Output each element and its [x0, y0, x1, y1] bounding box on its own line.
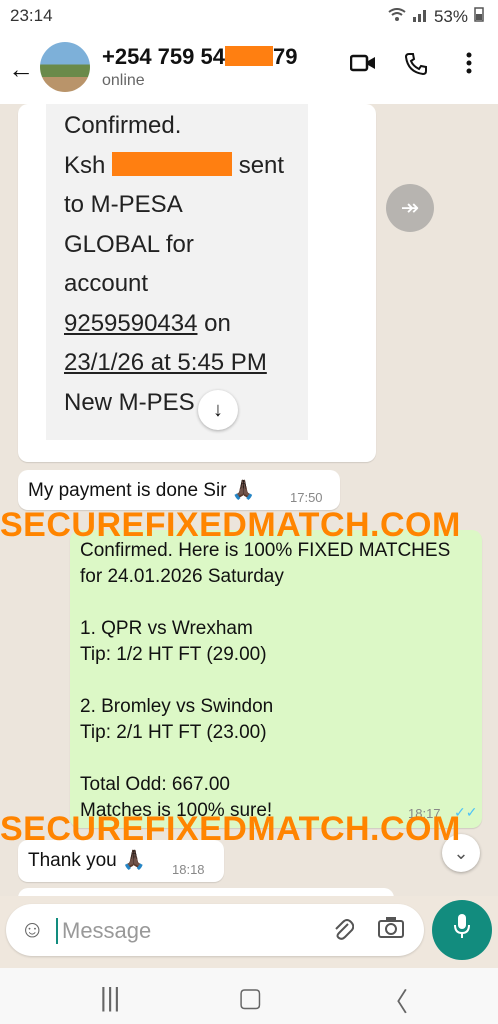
- message-line: [80, 590, 450, 616]
- battery-level: 53%: [433, 6, 468, 26]
- message-time: 18:18: [172, 862, 205, 877]
- sms-word: sent: [238, 151, 285, 179]
- message-line: Total Odd: 667.00: [80, 774, 230, 795]
- phone-icon[interactable]: [404, 52, 428, 83]
- status-icons: 53%: [388, 6, 484, 27]
- forward-icon[interactable]: ↠: [386, 184, 434, 232]
- message-text: Confirmed. Here is 100% FIXED MATCHES fo…: [80, 538, 450, 824]
- camera-icon[interactable]: [378, 916, 404, 945]
- sms-word: on: [204, 309, 231, 337]
- arrow-left-icon[interactable]: ←: [8, 54, 34, 85]
- sms-line: 23/1/26 at 5:45 PM: [46, 343, 308, 383]
- message-line: for 24.01.2026 Saturday: [80, 566, 284, 587]
- message-line: Tip: 2/1 HT FT (23.00): [80, 722, 267, 743]
- wifi-icon: [388, 7, 406, 27]
- message-text: Thank you 🙏🏿: [28, 850, 146, 871]
- incoming-message[interactable]: [18, 888, 394, 896]
- sms-line: account: [64, 270, 149, 297]
- image-message[interactable]: Confirmed. Ksh sent to M-PESA GLOBAL for…: [18, 104, 376, 462]
- message-input[interactable]: Message: [62, 918, 151, 944]
- sms-line: Ksh sent: [46, 146, 308, 186]
- chat-header: ← +254 759 54 79 online: [0, 32, 498, 104]
- message-line: 1. QPR vs Wrexham: [80, 618, 253, 639]
- contact-number-prefix: +254 759 54: [102, 44, 225, 69]
- sms-currency: Ksh: [64, 151, 106, 179]
- sms-line: Confirmed.: [64, 112, 182, 139]
- account-number-link: 9259590434: [64, 309, 198, 337]
- redaction-box: [224, 46, 273, 66]
- message-line: [80, 668, 450, 694]
- sms-line: to M-PESA: [64, 191, 183, 218]
- recent-apps-icon[interactable]: |||: [100, 982, 120, 1013]
- contact-status: online: [102, 72, 145, 89]
- sms-line: New M-PES: [64, 388, 195, 416]
- message-line: [80, 746, 450, 772]
- message-line: Tip: 1/2 HT FT (29.00): [80, 644, 267, 665]
- text-cursor: [56, 918, 58, 944]
- contact-name[interactable]: +254 759 54 79: [102, 44, 297, 70]
- status-time: 23:14: [10, 6, 53, 25]
- redaction-box: [112, 151, 233, 176]
- video-call-icon[interactable]: [349, 52, 376, 80]
- outgoing-message[interactable]: Confirmed. Here is 100% FIXED MATCHES fo…: [70, 530, 482, 828]
- sms-line: GLOBAL for: [64, 230, 194, 258]
- system-nav-bar: ||| ▢ 〈: [0, 968, 498, 1024]
- mic-icon[interactable]: [432, 900, 492, 960]
- contact-number-suffix: 79: [272, 44, 298, 69]
- home-icon[interactable]: ▢: [238, 982, 263, 1013]
- sms-screenshot: Confirmed. Ksh sent to M-PESA GLOBAL for…: [46, 104, 308, 440]
- chevron-down-icon: ↓: [198, 390, 238, 430]
- date-link: 23/1/26 at 5:45 PM: [64, 349, 267, 376]
- message-line: 2. Bromley vs Swindon: [80, 696, 274, 717]
- battery-icon: [474, 6, 484, 27]
- signal-icon: [412, 7, 428, 27]
- status-bar: 23:14 53%: [0, 0, 498, 32]
- message-text: My payment is done Sir 🙏🏿: [28, 480, 256, 501]
- message-input-bar[interactable]: ☺ Message: [6, 904, 424, 956]
- paperclip-icon[interactable]: [332, 916, 355, 947]
- more-vertical-icon[interactable]: [466, 52, 472, 81]
- watermark: SECUREFIXEDMATCH.COM: [0, 506, 461, 544]
- avatar[interactable]: [40, 42, 90, 92]
- back-nav-icon[interactable]: 〈: [382, 982, 408, 1019]
- sms-line: 9259590434 on: [46, 304, 308, 344]
- emoji-icon[interactable]: ☺: [20, 916, 45, 944]
- watermark: SECUREFIXEDMATCH.COM: [0, 810, 461, 848]
- chat-area[interactable]: Confirmed. Ksh sent to M-PESA GLOBAL for…: [0, 104, 498, 896]
- message-time: 17:50: [290, 490, 323, 505]
- message-time: 17:50: [322, 438, 355, 453]
- incoming-message[interactable]: My payment is done Sir 🙏🏿 17:50: [18, 470, 340, 510]
